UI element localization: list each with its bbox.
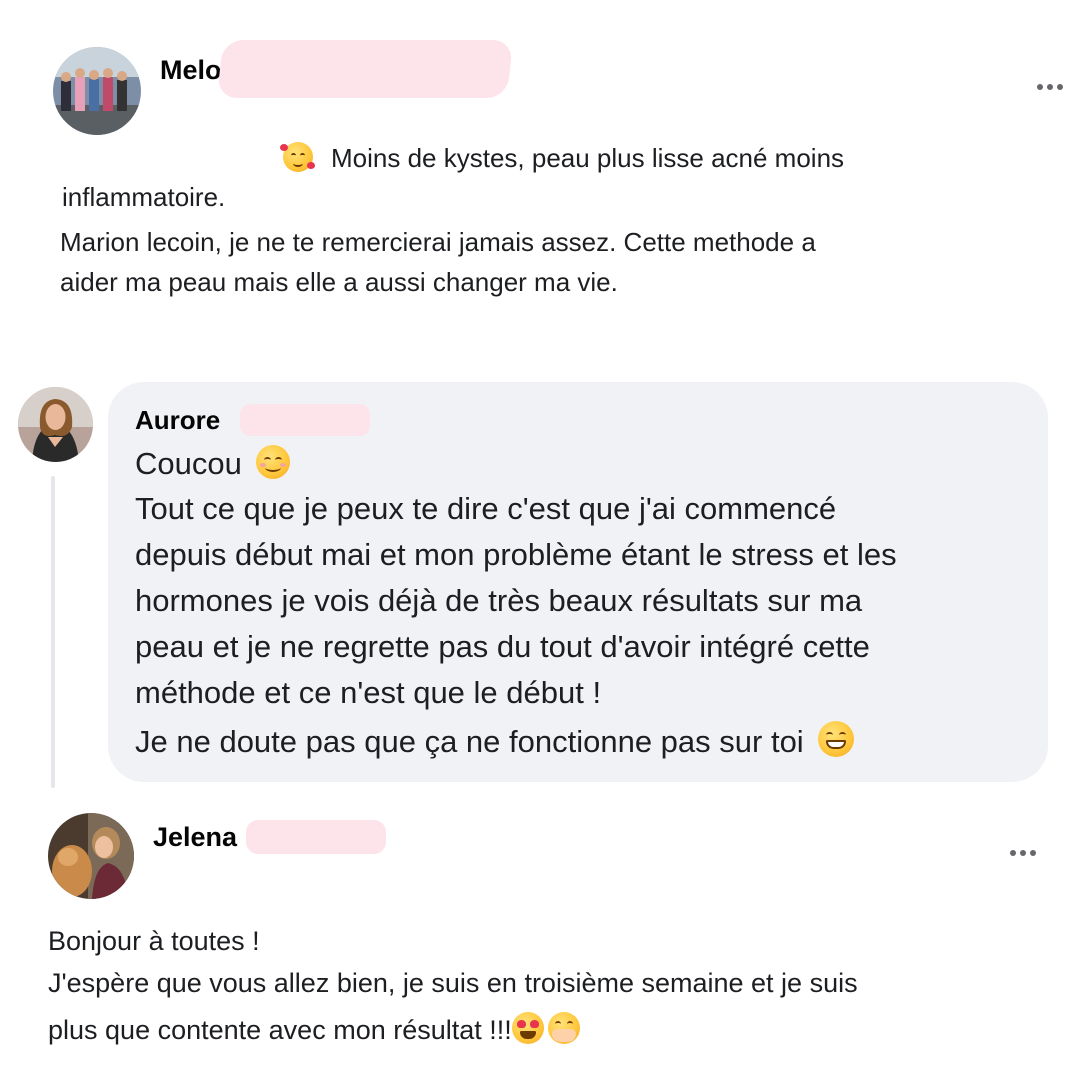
comment-text: Marion lecoin, je ne te remercierai jama… xyxy=(60,227,816,257)
smiling-face-with-smiling-eyes-icon xyxy=(256,445,291,479)
woman-portrait-avatar[interactable] xyxy=(18,387,93,462)
comment-text: Tout ce que je peux te dire c'est que j'… xyxy=(135,491,837,526)
more-options-icon[interactable] xyxy=(1032,80,1068,94)
more-options-icon[interactable] xyxy=(1005,846,1041,860)
face-with-hand-over-mouth-icon xyxy=(547,1012,580,1044)
smiling-face-with-hearts-icon xyxy=(280,142,315,172)
comment-author-name[interactable]: Melo xyxy=(160,55,222,86)
group-photo-icon xyxy=(53,47,141,135)
comment-text: Bonjour à toutes ! xyxy=(48,926,260,956)
comment-text: peau et je ne regrette pas du tout d'avo… xyxy=(135,629,870,664)
thread-line xyxy=(51,476,55,788)
comment-text: méthode et ce n'est que le début ! xyxy=(135,675,602,710)
woman-portrait-icon xyxy=(18,387,93,462)
comment-text: hormones je vois déjà de très beaux résu… xyxy=(135,583,863,618)
comment-author-name[interactable]: Aurore xyxy=(135,405,220,436)
comment-text-line: Coucou xyxy=(135,445,291,482)
name-redaction xyxy=(216,40,514,98)
smiling-face-with-heart-eyes-icon xyxy=(511,1012,544,1044)
name-redaction xyxy=(246,820,386,854)
comment-text-line: plus que contente avec mon résultat !!! xyxy=(48,1012,580,1046)
comment-text: plus que contente avec mon résultat !!! xyxy=(48,1015,512,1045)
woman-with-dog-icon xyxy=(48,813,134,899)
comment-text: inflammatoire. xyxy=(62,182,226,212)
woman-with-dog-avatar[interactable] xyxy=(48,813,134,899)
comment-text-line: Moins de kystes, peau plus lisse acné mo… xyxy=(280,142,845,174)
comment-author-name[interactable]: Jelena xyxy=(153,822,237,853)
comment-text: Coucou xyxy=(135,446,242,481)
name-redaction xyxy=(240,404,370,436)
comment-text: Moins de kystes, peau plus lisse acné mo… xyxy=(331,143,845,173)
comment-text: Je ne doute pas que ça ne fonctionne pas… xyxy=(135,724,804,759)
comment-text-line: Je ne doute pas que ça ne fonctionne pas… xyxy=(135,721,855,760)
comment-text: J'espère que vous allez bien, je suis en… xyxy=(48,968,858,998)
comment-text: aider ma peau mais elle a aussi changer … xyxy=(60,267,618,297)
beaming-face-with-smiling-eyes-icon xyxy=(818,721,855,757)
group-photo-avatar[interactable] xyxy=(53,47,141,135)
comment-text: depuis début mai et mon problème étant l… xyxy=(135,537,897,572)
